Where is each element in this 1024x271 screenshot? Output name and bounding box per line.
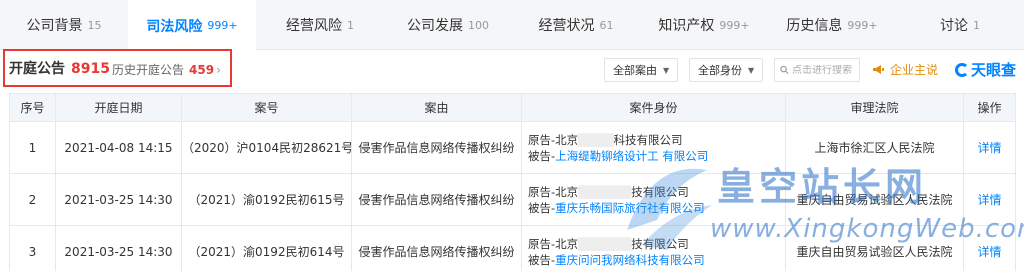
history-label: 历史开庭公告: [112, 63, 185, 77]
section-count: 8915: [71, 61, 110, 77]
cell-case-reason: 侵害作品信息网络传播权纠纷: [351, 225, 522, 271]
tab-label: 历史信息: [786, 18, 843, 34]
tab-label: 公司背景: [26, 18, 83, 34]
col-header-case-reason: 案由: [351, 93, 522, 122]
section-title-text: 开庭公告: [9, 61, 65, 77]
tab-intellectual-property[interactable]: 知识产权 999+: [640, 0, 768, 50]
col-header-court: 审理法院: [785, 93, 964, 122]
search-icon: [780, 65, 789, 74]
detail-link[interactable]: 详情: [977, 245, 1001, 259]
cell-court: 重庆自由贸易试验区人民法院: [785, 173, 964, 226]
cell-case-reason: 侵害作品信息网络传播权纠纷: [351, 173, 522, 226]
tab-company-development[interactable]: 公司发展 100: [384, 0, 512, 50]
cell-court: 上海市徐汇区人民法院: [785, 121, 964, 174]
table-row: 2 2021-03-25 14:30 （2021）渝0192民初615号 侵害作…: [9, 173, 1016, 226]
plaintiff-tail: 技有限公司: [631, 184, 689, 199]
plaintiff-tail: 技有限公司: [631, 236, 689, 251]
tianyancha-logo: 天眼查: [955, 59, 1016, 80]
defendant-link[interactable]: 重庆乐畅国际旅行社有限公司: [555, 201, 705, 215]
defendant-prefix: 被告-: [528, 148, 556, 163]
tab-judicial-risk[interactable]: 司法风险 999+: [128, 0, 256, 51]
col-header-index: 序号: [9, 93, 56, 122]
vip-label: 企业主说: [890, 63, 939, 77]
tab-history[interactable]: 历史信息 999+: [768, 0, 896, 50]
dropdown-label: 全部身份: [698, 64, 742, 77]
cell-date: 2021-04-08 14:15: [55, 121, 182, 174]
company-owner-says-link[interactable]: 企业主说: [872, 61, 938, 78]
defendant-prefix: 被告-: [528, 200, 556, 215]
defendant-line: 被告-重庆问问我网络科技有限公司: [528, 252, 785, 268]
tab-label: 经营风险: [286, 18, 342, 34]
cell-parties: 原告-北京██████技有限公司 被告-重庆乐畅国际旅行社有限公司: [521, 173, 786, 226]
cell-parties: 原告-北京██████技有限公司 被告-重庆问问我网络科技有限公司: [521, 225, 786, 271]
plaintiff-line: 原告-北京██████技有限公司: [528, 184, 689, 199]
tab-count: 100: [468, 18, 489, 32]
col-header-case-identity: 案件身份: [521, 93, 786, 122]
tab-count: 999+: [719, 18, 750, 32]
tab-bar: 公司背景 15 司法风险 999+ 经营风险 1 公司发展 100 经营状况 61 知识产…: [0, 0, 1024, 51]
identity-dropdown[interactable]: 全部身份 ▼: [689, 58, 763, 82]
section-title: 开庭公告 8915: [9, 58, 110, 78]
tab-count: 999+: [847, 18, 878, 32]
cell-case-number: （2021）渝0192民初614号: [181, 225, 352, 271]
tab-count: 999+: [207, 19, 238, 32]
col-header-case-number: 案号: [181, 93, 352, 122]
cell-date: 2021-03-25 14:30: [55, 173, 182, 226]
cell-index: 1: [9, 121, 56, 174]
plaintiff-tail: 科技有限公司: [613, 132, 683, 147]
col-header-date: 开庭日期: [55, 93, 182, 122]
plaintiff-name: 原告-北京: [528, 184, 579, 199]
col-header-action: 操作: [963, 93, 1016, 122]
tab-label: 经营状况: [538, 18, 595, 34]
defendant-line: 被告-上海缇勒铆络设计工 有限公司: [528, 148, 785, 164]
tab-label: 讨论: [940, 18, 968, 34]
logo-mark-icon: [955, 62, 969, 77]
cell-parties: 原告-北京████科技有限公司 被告-上海缇勒铆络设计工 有限公司: [521, 121, 786, 174]
case-reason-dropdown[interactable]: 全部案由 ▼: [604, 58, 678, 82]
history-count: 459: [189, 63, 215, 77]
plaintiff-name: 原告-北京: [528, 132, 579, 147]
tab-label: 知识产权: [658, 18, 715, 34]
table-row: 3 2021-03-25 14:30 （2021）渝0192民初614号 侵害作…: [9, 225, 1016, 271]
table-row: 1 2021-04-08 14:15 （2020）沪0104民初28621号 侵…: [9, 121, 1016, 174]
defendant-link[interactable]: 上海缇勒铆络: [555, 149, 624, 163]
plaintiff-name: 原告-北京: [528, 236, 579, 251]
tab-label: 司法风险: [146, 18, 203, 35]
tab-company-background[interactable]: 公司背景 15: [0, 0, 128, 50]
search-input[interactable]: [792, 64, 854, 76]
logo-text: 天眼查: [971, 61, 1017, 79]
tab-label: 公司发展: [407, 18, 463, 34]
tab-count: 1: [973, 18, 980, 32]
chevron-right-icon: ›: [216, 63, 221, 77]
tab-count: 61: [599, 18, 614, 32]
defendant-prefix: 被告-: [528, 252, 556, 267]
tab-count: 1: [347, 18, 354, 32]
court-hearing-table: 序号 开庭日期 案号 案由 案件身份 审理法院 操作 1 2021-04-08 …: [9, 93, 1016, 271]
defendant-link[interactable]: 重庆问问我网络科技有限公司: [555, 253, 705, 267]
megaphone-icon: [873, 65, 884, 74]
plaintiff-line: 原告-北京██████技有限公司: [528, 236, 689, 251]
tab-operation-risk[interactable]: 经营风险 1: [256, 0, 384, 50]
detail-link[interactable]: 详情: [977, 141, 1001, 155]
cell-case-number: （2020）沪0104民初28621号: [181, 121, 352, 174]
dropdown-label: 全部案由: [613, 64, 657, 77]
tab-count: 15: [87, 18, 102, 32]
cell-case-reason: 侵害作品信息网络传播权纠纷: [351, 121, 522, 174]
cell-case-number: （2021）渝0192民初615号: [181, 173, 352, 226]
cell-court: 重庆自由贸易试验区人民法院: [785, 225, 964, 271]
history-hearings-link[interactable]: 历史开庭公告 459 ›: [112, 61, 221, 78]
caret-down-icon: ▼: [663, 65, 670, 75]
table-header-row: 序号 开庭日期 案号 案由 案件身份 审理法院 操作: [9, 93, 1016, 122]
plaintiff-line: 原告-北京████科技有限公司: [528, 132, 683, 147]
defendant-tail[interactable]: 设计工 有限公司: [624, 149, 708, 163]
tab-business-status[interactable]: 经营状况 61: [512, 0, 640, 50]
tab-discussion[interactable]: 讨论 1: [896, 0, 1024, 50]
cell-index: 3: [9, 225, 56, 271]
cell-index: 2: [9, 173, 56, 226]
detail-link[interactable]: 详情: [977, 193, 1001, 207]
cell-date: 2021-03-25 14:30: [55, 225, 182, 271]
defendant-line: 被告-重庆乐畅国际旅行社有限公司: [528, 200, 785, 216]
caret-down-icon: ▼: [748, 65, 755, 75]
search-box: [774, 58, 860, 82]
